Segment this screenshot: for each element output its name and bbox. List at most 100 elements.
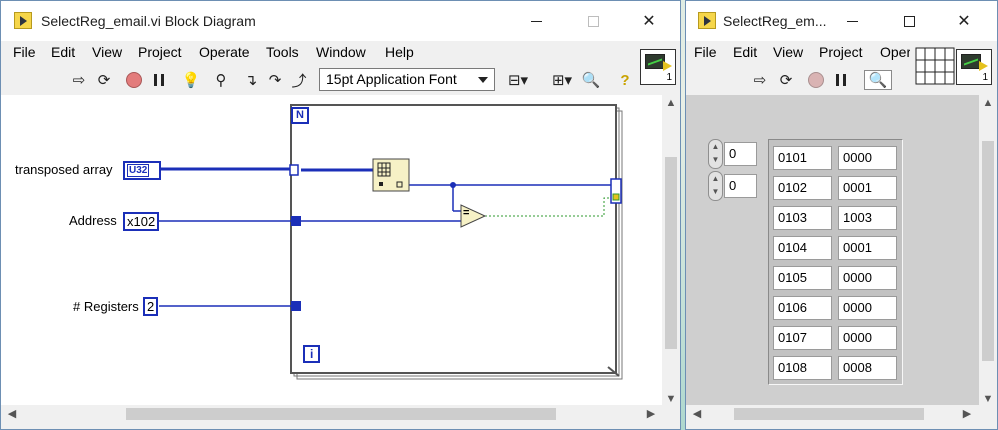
vertical-scrollbar[interactable]: ▲ ▼ (662, 95, 680, 407)
column-index-field[interactable]: 0 (724, 174, 757, 198)
menu-window[interactable]: Window (316, 44, 366, 60)
scroll-left-icon[interactable]: ◀ (688, 407, 706, 420)
scroll-up-icon[interactable]: ▲ (662, 97, 680, 109)
table-cell[interactable]: 1003 (838, 206, 897, 230)
front-panel-window: SelectReg_em... ✕ File Edit View Project… (685, 0, 998, 430)
row-index-stepper[interactable]: ▲ ▼ (708, 139, 723, 169)
diagram-wiring (159, 104, 623, 380)
block-diagram-canvas[interactable]: transposed array U32 Address x102 # Regi… (1, 95, 662, 407)
vi-icon-number: 1 (666, 72, 672, 83)
stop-icon (808, 72, 824, 88)
search-icon[interactable]: 🔍 (581, 70, 601, 90)
front-panel-canvas[interactable]: ▲ ▼ 0 ▲ ▼ 0 0101 0000 0102 0001 0103 1003 0104 00… (686, 95, 979, 407)
table-cell[interactable]: 0001 (838, 176, 897, 200)
align-objects-icon[interactable]: ⊟▾ (504, 70, 532, 90)
labview-app-icon (698, 12, 716, 29)
stop-icon (126, 72, 142, 88)
address-constant[interactable]: x102 (123, 212, 160, 231)
scroll-down-icon[interactable]: ▼ (662, 393, 680, 405)
table-cell[interactable]: 0101 (773, 146, 832, 170)
scroll-right-icon[interactable]: ▶ (642, 407, 660, 420)
menu-project[interactable]: Project (819, 44, 863, 60)
pause-button[interactable] (149, 70, 169, 90)
loop-count-terminal[interactable]: N (291, 107, 309, 124)
table-cell[interactable]: 0000 (838, 326, 897, 350)
transposed-array-terminal[interactable]: U32 (123, 161, 162, 180)
run-continuously-icon[interactable]: ⟳ (94, 70, 114, 90)
title-bar[interactable]: SelectReg_em... ✕ (686, 1, 997, 41)
highlight-execution-icon[interactable]: 💡 (181, 70, 201, 90)
table-cell[interactable]: 0102 (773, 176, 832, 200)
table-cell[interactable]: 0008 (838, 356, 897, 380)
connector-pane-icon[interactable] (915, 47, 955, 85)
minimize-button[interactable] (516, 5, 556, 37)
address-label: Address (69, 213, 117, 228)
step-into-icon[interactable]: ↴ (241, 70, 261, 90)
row-index-field[interactable]: 0 (724, 142, 757, 166)
menu-bar: File Edit View Project Operate Tools Win… (1, 41, 680, 63)
menu-operate[interactable]: Oper (880, 44, 910, 60)
menu-view[interactable]: View (773, 44, 803, 60)
window-title: SelectReg_email.vi Block Diagram (41, 13, 256, 29)
table-cell[interactable]: 0108 (773, 356, 832, 380)
run-arrow-icon[interactable]: ⇨ (750, 70, 770, 90)
window-title: SelectReg_em... (723, 13, 827, 29)
menu-project[interactable]: Project (138, 44, 182, 60)
step-out-icon[interactable]: ⤴ (289, 70, 309, 90)
close-button[interactable]: ✕ (944, 5, 984, 37)
menu-edit[interactable]: Edit (51, 44, 75, 60)
horizontal-scrollbar[interactable]: ◀ ▶ (686, 405, 979, 423)
minimize-button[interactable] (832, 5, 872, 37)
run-arrow-icon[interactable]: ⇨ (69, 70, 89, 90)
title-bar[interactable]: SelectReg_email.vi Block Diagram ✕ (1, 1, 680, 41)
table-cell[interactable]: 0106 (773, 296, 832, 320)
distribute-objects-icon[interactable]: ⊞▾ (548, 70, 576, 90)
font-select-value: 15pt Application Font (326, 71, 457, 87)
table-cell[interactable]: 0000 (838, 296, 897, 320)
scroll-left-icon[interactable]: ◀ (3, 407, 21, 420)
table-cell[interactable]: 0000 (838, 146, 897, 170)
scroll-right-icon[interactable]: ▶ (958, 407, 976, 420)
column-index-stepper[interactable]: ▲ ▼ (708, 171, 723, 201)
font-select[interactable]: 15pt Application Font (319, 68, 495, 91)
scroll-thumb[interactable] (982, 141, 994, 361)
scroll-down-icon[interactable]: ▼ (979, 393, 997, 405)
horizontal-scrollbar[interactable]: ◀ ▶ (1, 405, 662, 423)
menu-operate[interactable]: Operate (199, 44, 250, 60)
h-scroll-thumb[interactable] (126, 408, 556, 420)
loop-iteration-terminal[interactable]: i (303, 345, 321, 363)
maximize-button[interactable] (573, 5, 613, 37)
menu-file[interactable]: File (13, 44, 36, 60)
search-icon[interactable]: 🔍 (864, 70, 892, 90)
table-cell[interactable]: 0000 (838, 266, 897, 290)
abort-button[interactable] (124, 70, 144, 90)
menu-help[interactable]: Help (385, 44, 414, 60)
close-button[interactable]: ✕ (629, 5, 669, 37)
vertical-scrollbar[interactable]: ▲ ▼ (979, 95, 997, 407)
menu-tools[interactable]: Tools (266, 44, 299, 60)
address-tunnel (291, 216, 301, 226)
menu-file[interactable]: File (694, 44, 717, 60)
vi-screen-icon (645, 54, 665, 69)
run-continuously-icon[interactable]: ⟳ (776, 70, 796, 90)
scroll-up-icon[interactable]: ▲ (979, 97, 997, 109)
vi-icon[interactable]: 1 (640, 49, 676, 85)
h-scroll-thumb[interactable] (734, 408, 924, 420)
vi-icon[interactable]: 1 (956, 49, 992, 85)
table-cell[interactable]: 0105 (773, 266, 832, 290)
help-icon[interactable]: ? (615, 70, 635, 90)
maximize-button[interactable] (889, 5, 929, 37)
menu-edit[interactable]: Edit (733, 44, 757, 60)
scroll-thumb[interactable] (665, 157, 677, 349)
retain-wire-values-icon[interactable]: ⚲ (211, 70, 231, 90)
pause-button[interactable] (831, 70, 851, 90)
step-over-icon[interactable]: ↷ (265, 70, 285, 90)
table-cell[interactable]: 0103 (773, 206, 832, 230)
vi-screen-icon (961, 54, 981, 69)
table-cell[interactable]: 0001 (838, 236, 897, 260)
menu-view[interactable]: View (92, 44, 122, 60)
table-cell[interactable]: 0104 (773, 236, 832, 260)
registers-constant[interactable]: 2 (143, 297, 159, 316)
table-cell[interactable]: 0107 (773, 326, 832, 350)
abort-button[interactable] (806, 70, 826, 90)
